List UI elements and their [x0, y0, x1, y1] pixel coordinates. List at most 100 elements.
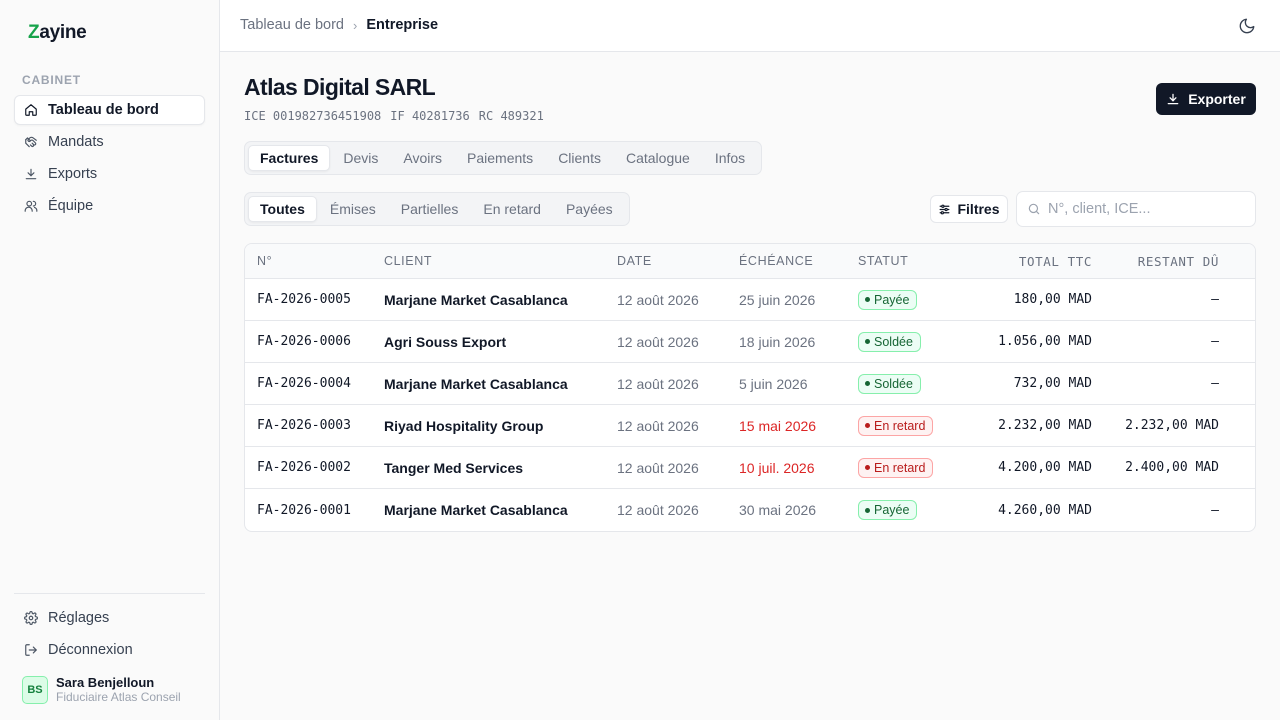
filter-en-retard[interactable]: En retard — [471, 196, 553, 222]
export-button[interactable]: Exporter — [1156, 83, 1256, 115]
user-profile[interactable]: BS Sara Benjelloun Fiduciaire Atlas Cons… — [22, 675, 181, 704]
status-badge: En retard — [858, 457, 934, 478]
company-identifiers: ICE 001982736451908 IF 40281736 RC 489321 — [244, 109, 553, 123]
column-header-remaining[interactable]: RESTANT DÛ — [1092, 254, 1231, 269]
table-row[interactable]: FA-2026-0005 Marjane Market Casablanca 12 … — [245, 279, 1255, 321]
breadcrumb-dashboard[interactable]: Tableau de bord — [240, 17, 344, 33]
column-header-number[interactable]: N° — [245, 254, 384, 268]
table-row[interactable]: FA-2026-0004 Marjane Market Casablanca 12 … — [245, 363, 1255, 405]
table-row[interactable]: FA-2026-0002 Tanger Med Services 12 août 2… — [245, 447, 1255, 489]
status-badge: Soldée — [858, 331, 921, 352]
status-label: Payée — [874, 503, 910, 518]
column-header-status[interactable]: STATUT — [858, 254, 966, 268]
filters-button-label: Filtres — [957, 201, 1000, 217]
status-label: Soldée — [874, 376, 913, 391]
tab-devis[interactable]: Devis — [331, 145, 390, 171]
theme-toggle-button[interactable] — [1238, 17, 1256, 35]
invoice-date: 12 août 2026 — [617, 291, 699, 308]
invoice-number[interactable]: FA-2026-0003 — [245, 418, 384, 433]
invoice-date: 12 août 2026 — [617, 502, 699, 518]
column-header-date[interactable]: DATE — [617, 254, 739, 268]
sidebar-item-mandats[interactable]: Mandats — [14, 127, 205, 157]
remaining-due: — — [1211, 334, 1219, 349]
company-ice: ICE 001982736451908 — [244, 109, 382, 123]
filter-payees[interactable]: Payées — [554, 196, 625, 222]
sidebar-divider — [14, 593, 205, 594]
column-header-total[interactable]: TOTAL TTC — [966, 254, 1092, 269]
invoice-number[interactable]: FA-2026-0002 — [245, 460, 384, 475]
table-row[interactable]: FA-2026-0006 Agri Souss Export 12 août 202… — [245, 321, 1255, 363]
company-rc: RC 489321 — [478, 109, 544, 123]
table-row[interactable]: FA-2026-0003 Riyad Hospitality Group 12 ao… — [245, 405, 1255, 447]
logo-text: ayine — [39, 22, 87, 43]
table-body: FA-2026-0005 Marjane Market Casablanca 12 … — [245, 279, 1255, 531]
client-name[interactable]: Marjane Market Casablanca — [384, 502, 617, 518]
status-dot — [865, 465, 870, 471]
column-header-due-date[interactable]: ÉCHÉANCE — [739, 254, 858, 268]
tab-catalogue[interactable]: Catalogue — [614, 145, 702, 171]
sidebar-bottom-nav: Réglages Déconnexion — [14, 603, 205, 667]
filter-partielles[interactable]: Partielles — [389, 196, 471, 222]
sidebar-item-equipe[interactable]: Équipe — [14, 191, 205, 221]
search-input[interactable] — [1048, 201, 1243, 217]
invoice-number[interactable]: FA-2026-0004 — [245, 376, 384, 391]
sidebar-item-logout[interactable]: Déconnexion — [14, 635, 205, 665]
status-badge: Payée — [858, 500, 918, 521]
sidebar-item-label: Déconnexion — [48, 642, 133, 658]
sidebar-item-exports[interactable]: Exports — [14, 159, 205, 189]
user-organization: Fiduciaire Atlas Conseil — [56, 690, 181, 704]
download-icon — [1167, 93, 1179, 105]
page-title: Atlas Digital SARL — [244, 74, 436, 100]
tab-infos[interactable]: Infos — [703, 145, 757, 171]
total-ttc: 732,00 MAD — [1013, 376, 1092, 391]
column-header-client[interactable]: CLIENT — [384, 254, 617, 268]
topbar: Tableau de bord › Entreprise — [220, 0, 1280, 52]
invoice-number[interactable]: FA-2026-0005 — [245, 292, 384, 307]
sidebar-item-settings[interactable]: Réglages — [14, 603, 205, 633]
table-header: N° CLIENT DATE ÉCHÉANCE STATUT TOTAL TTC… — [245, 244, 1255, 279]
home-icon — [25, 104, 37, 116]
status-label: En retard — [874, 460, 926, 475]
user-name: Sara Benjelloun — [56, 675, 155, 690]
tab-avoirs[interactable]: Avoirs — [391, 145, 454, 171]
invoice-number[interactable]: FA-2026-0006 — [245, 334, 384, 349]
tab-factures[interactable]: Factures — [248, 145, 331, 171]
tab-clients[interactable]: Clients — [546, 145, 613, 171]
filter-toutes[interactable]: Toutes — [248, 196, 317, 222]
status-label: Soldée — [874, 334, 913, 349]
filters-button[interactable]: Filtres — [930, 195, 1008, 223]
status-label: En retard — [874, 418, 926, 433]
status-dot — [865, 507, 870, 513]
filter-emises[interactable]: Émises — [318, 196, 388, 222]
logout-icon — [25, 644, 37, 656]
export-button-label: Exporter — [1188, 91, 1246, 107]
total-ttc: 4.260,00 MAD — [998, 502, 1092, 518]
total-ttc: 4.200,00 MAD — [998, 460, 1092, 475]
client-name[interactable]: Riyad Hospitality Group — [384, 418, 617, 434]
invoice-number[interactable]: FA-2026-0001 — [245, 503, 384, 518]
client-name[interactable]: Tanger Med Services — [384, 460, 617, 476]
due-date: 25 juin 2026 — [739, 291, 816, 308]
tab-paiements[interactable]: Paiements — [455, 145, 545, 171]
table-row[interactable]: FA-2026-0001 Marjane Market Casablanca 12 … — [245, 489, 1255, 531]
brand-logo[interactable]: Zayine — [28, 22, 87, 44]
sidebar-nav: Tableau de bord Mandats Exports Équipe — [14, 95, 205, 223]
search-icon — [1028, 203, 1040, 215]
search-box — [1016, 191, 1256, 227]
users-icon — [24, 200, 38, 212]
client-name[interactable]: Marjane Market Casablanca — [384, 292, 617, 308]
status-filter-tabs: Toutes Émises Partielles En retard Payée… — [244, 192, 630, 226]
handshake-icon — [25, 136, 37, 148]
sidebar-item-dashboard[interactable]: Tableau de bord — [14, 95, 205, 125]
section-tabs: Factures Devis Avoirs Paiements Clients … — [244, 141, 763, 175]
chevron-right-icon: › — [353, 17, 358, 33]
client-name[interactable]: Agri Souss Export — [384, 334, 617, 350]
moon-icon — [1239, 18, 1255, 34]
sidebar-item-label: Tableau de bord — [48, 102, 159, 118]
client-name[interactable]: Marjane Market Casablanca — [384, 376, 617, 392]
total-ttc: 180,00 MAD — [1013, 292, 1092, 307]
remaining-due: — — [1211, 502, 1219, 518]
logo-z: Z — [28, 22, 40, 43]
breadcrumb-current: Entreprise — [366, 17, 439, 33]
status-label: Payée — [874, 292, 910, 307]
